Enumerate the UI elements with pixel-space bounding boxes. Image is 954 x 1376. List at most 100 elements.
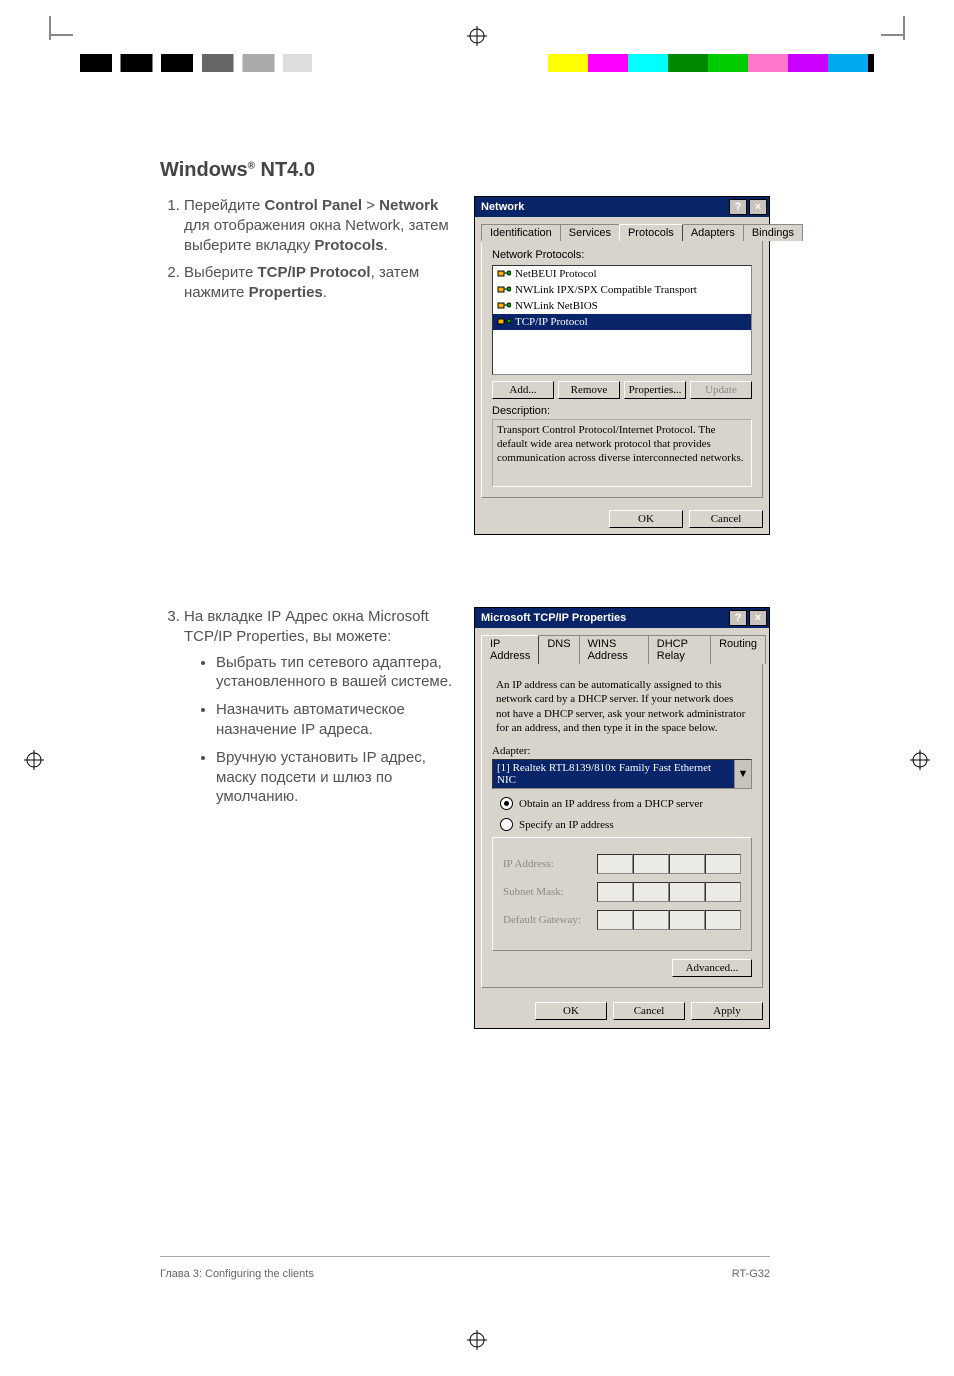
chevron-down-icon[interactable]: ▼ — [734, 760, 751, 788]
list-label: Network Protocols: — [492, 249, 752, 261]
footer-right: RT-G32 — [732, 1268, 770, 1280]
crop-mark — [898, 22, 910, 34]
instructions-column: Перейдите Control Panel > Network для от… — [160, 196, 458, 535]
heading-text: NT4.0 — [255, 159, 315, 181]
close-icon[interactable]: × — [749, 610, 767, 626]
adapter-label: Adapter: — [492, 745, 752, 757]
protocol-icon — [497, 316, 511, 328]
help-icon[interactable]: ? — [729, 199, 747, 215]
heading-text: Windows — [160, 159, 248, 181]
registration-mark-icon — [467, 26, 487, 46]
list-item[interactable]: NWLink NetBIOS — [493, 298, 751, 314]
text: . — [384, 237, 388, 254]
radio-label: Obtain an IP address from a DHCP server — [519, 798, 703, 810]
text: . — [323, 284, 327, 301]
ip-fields-group: IP Address: Subnet Mask: Default Gateway… — [492, 837, 752, 951]
step-1: Перейдите Control Panel > Network для от… — [184, 196, 458, 255]
adapter-dropdown[interactable]: [1] Realtek RTL8139/810x Family Fast Eth… — [492, 759, 752, 789]
titlebar-text: Microsoft TCP/IP Properties — [481, 612, 626, 624]
grayscale-swatches — [80, 54, 370, 72]
field-label: Default Gateway: — [503, 914, 587, 926]
tab-dhcp-relay[interactable]: DHCP Relay — [648, 635, 711, 664]
help-icon[interactable]: ? — [729, 610, 747, 626]
description-text: Transport Control Protocol/Internet Prot… — [492, 419, 752, 487]
ok-button[interactable]: OK — [535, 1002, 607, 1020]
protocol-listbox[interactable]: NetBEUI Protocol NWLink IPX/SPX Compatib… — [492, 265, 752, 375]
apply-button[interactable]: Apply — [691, 1002, 763, 1020]
step-2: Выберите TCP/IP Protocol, затем нажмите … — [184, 263, 458, 303]
text: На вкладке IP Адрес окна Microsoft TCP/I… — [184, 608, 429, 645]
add-button[interactable]: Add... — [492, 381, 554, 399]
radio-label: Specify an IP address — [519, 819, 614, 831]
page-title: Windows® NT4.0 — [160, 158, 770, 182]
close-icon[interactable]: × — [749, 199, 767, 215]
crop-mark — [44, 22, 56, 34]
registration-mark-icon — [24, 750, 44, 770]
bold-text: Protocols — [314, 237, 383, 254]
bullet: Выбрать тип сетевого адаптера, установле… — [216, 653, 458, 693]
bold-text: Network — [379, 197, 438, 214]
tab-strip: IP Address DNS WINS Address DHCP Relay R… — [481, 634, 765, 663]
bullet: Вручную установить IP адрес, маску подсе… — [216, 748, 458, 807]
tab-ip-address[interactable]: IP Address — [481, 635, 539, 664]
titlebar-text: Network — [481, 201, 524, 213]
list-item[interactable]: NetBEUI Protocol — [493, 266, 751, 282]
tab-strip: Identification Services Protocols Adapte… — [481, 223, 765, 240]
text: > — [362, 197, 379, 214]
color-swatches — [548, 54, 874, 72]
list-item-label: NWLink NetBIOS — [515, 300, 598, 312]
tab-adapters[interactable]: Adapters — [682, 224, 744, 241]
advanced-button[interactable]: Advanced... — [672, 959, 752, 977]
bullet: Назначить автоматическое назначение IP а… — [216, 700, 458, 740]
tab-routing[interactable]: Routing — [710, 635, 766, 664]
tab-protocols[interactable]: Protocols — [619, 224, 683, 241]
text: Выберите — [184, 264, 257, 281]
page-footer: Глава 3: Configuring the clients RT-G32 — [160, 1268, 770, 1280]
update-button: Update — [690, 381, 752, 399]
properties-button[interactable]: Properties... — [624, 381, 686, 399]
radio-icon — [500, 797, 513, 810]
titlebar: Network ? × — [475, 197, 769, 217]
tab-identification[interactable]: Identification — [481, 224, 561, 241]
intro-text: An IP address can be automatically assig… — [496, 678, 748, 735]
ok-button[interactable]: OK — [609, 510, 683, 528]
registration-mark-icon — [467, 1330, 487, 1350]
list-item-label: NWLink IPX/SPX Compatible Transport — [515, 284, 697, 296]
footer-left: Глава 3: Configuring the clients — [160, 1268, 314, 1280]
protocol-icon — [497, 268, 511, 280]
tab-services[interactable]: Services — [560, 224, 620, 241]
list-item-label: NetBEUI Protocol — [515, 268, 597, 280]
footer-divider — [160, 1256, 770, 1257]
tab-bindings[interactable]: Bindings — [743, 224, 803, 241]
bold-text: TCP/IP Protocol — [257, 264, 370, 281]
tab-dns[interactable]: DNS — [538, 635, 579, 664]
remove-button[interactable]: Remove — [558, 381, 620, 399]
text: Перейдите — [184, 197, 265, 214]
step-3: На вкладке IP Адрес окна Microsoft TCP/I… — [184, 607, 458, 807]
gateway-field — [597, 910, 741, 930]
protocol-icon — [497, 300, 511, 312]
radio-specify-ip[interactable]: Specify an IP address — [500, 818, 752, 831]
radio-icon — [500, 818, 513, 831]
protocol-icon — [497, 284, 511, 296]
description-label: Description: — [492, 405, 752, 417]
instructions-column: На вкладке IP Адрес окна Microsoft TCP/I… — [160, 607, 458, 1029]
page-content: Windows® NT4.0 Перейдите Control Panel >… — [160, 158, 770, 1029]
titlebar: Microsoft TCP/IP Properties ? × — [475, 608, 769, 628]
list-item-label: TCP/IP Protocol — [515, 316, 588, 328]
subnet-mask-field — [597, 882, 741, 902]
radio-obtain-dhcp[interactable]: Obtain an IP address from a DHCP server — [500, 797, 752, 810]
bold-text: Control Panel — [265, 197, 363, 214]
tab-wins[interactable]: WINS Address — [579, 635, 649, 664]
adapter-value: [1] Realtek RTL8139/810x Family Fast Eth… — [493, 760, 734, 788]
ip-address-field — [597, 854, 741, 874]
network-dialog-screenshot: Network ? × Identification Services Prot… — [474, 196, 770, 535]
cancel-button[interactable]: Cancel — [613, 1002, 685, 1020]
registered-mark: ® — [248, 160, 255, 171]
field-label: IP Address: — [503, 858, 587, 870]
list-item-selected[interactable]: TCP/IP Protocol — [493, 314, 751, 330]
cancel-button[interactable]: Cancel — [689, 510, 763, 528]
list-item[interactable]: NWLink IPX/SPX Compatible Transport — [493, 282, 751, 298]
field-label: Subnet Mask: — [503, 886, 587, 898]
tcpip-dialog-screenshot: Microsoft TCP/IP Properties ? × IP Addre… — [474, 607, 770, 1029]
